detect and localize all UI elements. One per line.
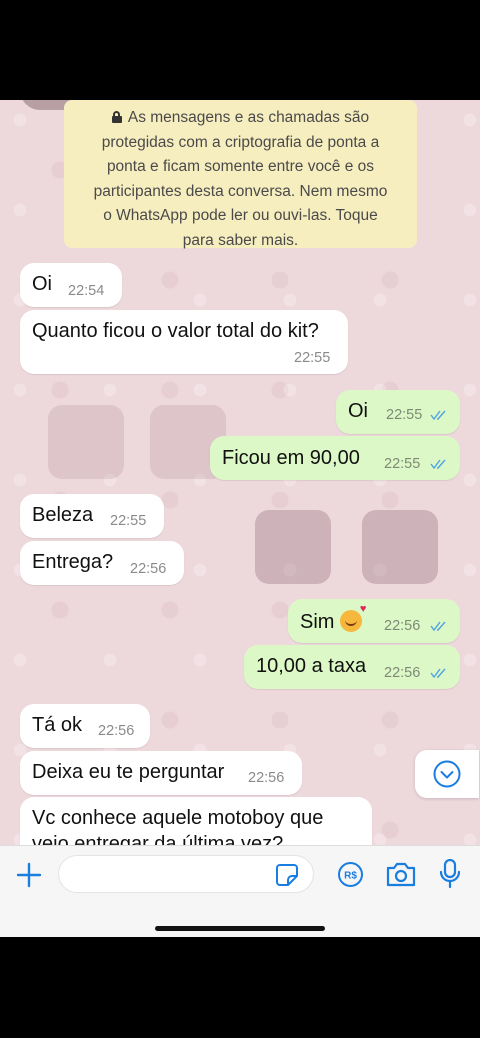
status-area bbox=[0, 0, 480, 100]
message-text: Quanto ficou o valor total do kit? bbox=[32, 320, 319, 342]
message-input-bar: R$ bbox=[0, 845, 480, 937]
message-text: Vc conhece aquele motoboy que bbox=[32, 807, 324, 829]
scroll-to-bottom-button[interactable] bbox=[415, 750, 479, 798]
outgoing-message[interactable]: 10,00 a taxa 22:56 bbox=[244, 645, 460, 689]
message-text: Tá ok bbox=[32, 714, 83, 736]
incoming-message[interactable]: Beleza 22:55 bbox=[20, 494, 164, 538]
message-text-value: Sim bbox=[300, 611, 335, 633]
outgoing-message[interactable]: Oi 22:55 bbox=[336, 390, 460, 434]
notice-line: para saber mais. bbox=[182, 231, 299, 249]
notice-line: As mensagens e as chamadas são bbox=[127, 109, 370, 126]
lock-icon bbox=[111, 111, 122, 123]
chat-area[interactable]: As mensagens e as chamadas são protegida… bbox=[0, 100, 480, 845]
message-time: 22:54 bbox=[68, 283, 105, 299]
message-text: Deixa eu te perguntar bbox=[32, 761, 225, 783]
message-text: Entrega? bbox=[32, 551, 114, 573]
svg-text:R$: R$ bbox=[344, 871, 357, 882]
message-text: Ficou em 90,00 bbox=[222, 447, 360, 469]
message-text: Beleza bbox=[32, 504, 94, 526]
incoming-message[interactable]: Oi 22:54 bbox=[20, 263, 122, 307]
notice-line: protegidas com a criptografia de ponta a bbox=[101, 133, 380, 151]
read-ticks-icon bbox=[430, 459, 446, 469]
incoming-message[interactable]: Entrega? 22:56 bbox=[20, 541, 184, 585]
notice-line: ponta e ficam somente entre você e os bbox=[106, 158, 375, 175]
sticker-icon[interactable] bbox=[275, 863, 299, 887]
home-indicator bbox=[155, 926, 325, 931]
chevron-down-icon bbox=[433, 760, 461, 788]
message-text: Oi bbox=[32, 273, 52, 295]
background-decoration bbox=[48, 405, 124, 479]
camera-icon[interactable] bbox=[385, 862, 417, 888]
incoming-message[interactable]: Quanto ficou o valor total do kit? 22:55 bbox=[20, 310, 348, 374]
read-ticks-icon bbox=[430, 668, 446, 678]
outgoing-message[interactable]: Sim 22:56 bbox=[288, 599, 460, 643]
outgoing-message[interactable]: Ficou em 90,00 22:55 bbox=[210, 436, 460, 480]
incoming-message[interactable]: Vc conhece aquele motoboy que veio entre… bbox=[20, 797, 372, 845]
plus-icon[interactable] bbox=[16, 862, 42, 888]
background-decoration bbox=[255, 510, 331, 584]
incoming-message[interactable]: Tá ok 22:56 bbox=[20, 704, 150, 748]
message-text: veio entregar da última vez? bbox=[32, 833, 284, 845]
smiling-face-with-hearts-icon bbox=[340, 604, 366, 632]
read-ticks-icon bbox=[430, 621, 446, 631]
notice-line: o WhatsApp pode ler ou ouvi-las. Toque bbox=[103, 207, 378, 224]
microphone-icon[interactable] bbox=[440, 859, 460, 889]
encryption-notice[interactable]: As mensagens e as chamadas são protegida… bbox=[64, 100, 417, 249]
message-time: 22:55 bbox=[294, 350, 331, 366]
message-time: 22:56 bbox=[248, 770, 285, 786]
message-time: 22:55 bbox=[384, 456, 421, 472]
message-text: Sim bbox=[300, 604, 366, 633]
message-time: 22:56 bbox=[98, 723, 135, 739]
message-time: 22:56 bbox=[384, 618, 421, 634]
message-time: 22:55 bbox=[386, 407, 423, 423]
message-time: 22:56 bbox=[384, 665, 421, 681]
incoming-message[interactable]: Deixa eu te perguntar 22:56 bbox=[20, 751, 302, 795]
background-decoration bbox=[362, 510, 438, 584]
message-text: Oi bbox=[348, 400, 368, 422]
message-time: 22:55 bbox=[110, 513, 147, 529]
read-ticks-icon bbox=[430, 410, 446, 420]
message-time: 22:56 bbox=[130, 561, 167, 577]
payment-icon[interactable]: R$ bbox=[337, 861, 364, 888]
bottom-area bbox=[0, 937, 480, 1038]
message-text: 10,00 a taxa bbox=[256, 655, 367, 677]
notice-line: participantes desta conversa. Nem mesmo bbox=[93, 182, 388, 200]
